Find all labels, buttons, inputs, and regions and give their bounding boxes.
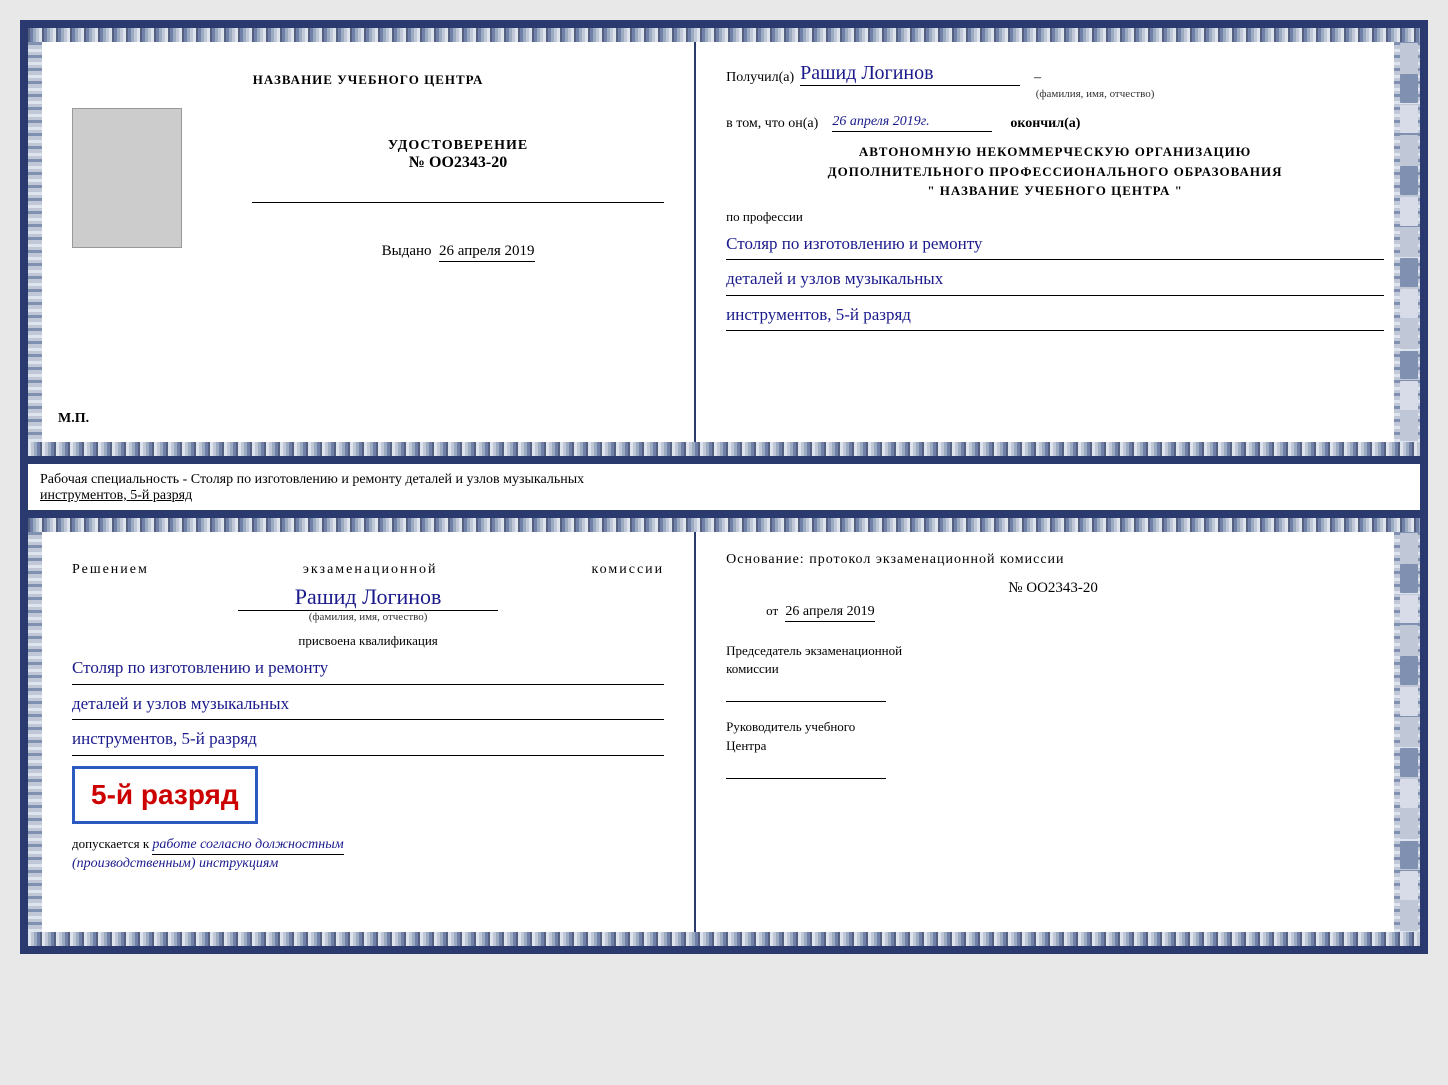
chairman-signature-line (726, 682, 886, 702)
org-line2: ДОПОЛНИТЕЛЬНОГО ПРОФЕССИОНАЛЬНОГО ОБРАЗО… (726, 162, 1384, 182)
photo-placeholder (72, 108, 182, 248)
recipient-name-top: Рашид Логинов (800, 62, 1020, 86)
grade-box: 5-й разряд (72, 766, 258, 824)
cert-number-block: УДОСТОВЕРЕНИЕ № OO2343-20 (252, 138, 664, 172)
допускается-label: допускается к (72, 836, 149, 851)
cert-inner-bottom: Решением экзаменационной комиссии Рашид … (28, 532, 1420, 932)
bottom-cert-bottom-stripe (28, 932, 1420, 946)
top-left-panel: НАЗВАНИЕ УЧЕБНОГО ЦЕНТРА УДОСТОВЕРЕНИЕ №… (28, 42, 696, 442)
school-name-top: НАЗВАНИЕ УЧЕБНОГО ЦЕНТРА (253, 72, 484, 88)
допускается-value2: (производственным) инструкциям (72, 856, 278, 871)
mp-label: М.П. (58, 411, 89, 427)
org-line1: АВТОНОМНУЮ НЕКОММЕРЧЕСКУЮ ОРГАНИЗАЦИЮ (726, 142, 1384, 162)
divider-1 (252, 202, 664, 203)
org-name-quoted: " НАЗВАНИЕ УЧЕБНОГО ЦЕНТРА " (726, 181, 1384, 201)
head-block: Руководитель учебного Центра (726, 718, 1380, 778)
cert-info-block: УДОСТОВЕРЕНИЕ № OO2343-20 Выдано 26 апре… (252, 138, 664, 262)
head-label2: Центра (726, 737, 1380, 755)
bottom-stripe-top-cert (28, 442, 1420, 456)
head-label: Руководитель учебного (726, 718, 1380, 736)
qualification-label: присвоена квалификация (298, 633, 437, 649)
bottom-right-panel: Основание: протокол экзаменационной коми… (696, 532, 1420, 932)
bottom-left-panel: Решением экзаменационной комиссии Рашид … (28, 532, 696, 932)
profession-line3-top: инструментов, 5-й разряд (726, 300, 1384, 332)
bottom-certificate: Решением экзаменационной комиссии Рашид … (20, 510, 1428, 954)
from-label: от (766, 603, 778, 618)
page-wrapper: НАЗВАНИЕ УЧЕБНОГО ЦЕНТРА УДОСТОВЕРЕНИЕ №… (20, 20, 1428, 954)
profession-line1-top: Столяр по изготовлению и ремонту (726, 229, 1384, 261)
date-value: 26 апреля 2019г. (832, 114, 992, 132)
profession-label-top: по профессии (726, 209, 1384, 225)
fio-sublabel-top: (фамилия, имя, отчество) (806, 88, 1384, 100)
date-label: в том, что он(а) (726, 116, 818, 132)
chairman-label: Председатель экзаменационной (726, 642, 1380, 660)
qual-line2: деталей и узлов музыкальных (72, 689, 664, 721)
cert-number: № OO2343-20 (252, 154, 664, 172)
middle-label-text: Рабочая специальность - Столяр по изгото… (40, 472, 584, 487)
cert-label: УДОСТОВЕРЕНИЕ (252, 138, 664, 154)
profession-line2-top: деталей и узлов музыкальных (726, 264, 1384, 296)
protocol-number-bottom: № OO2343-20 (726, 580, 1380, 597)
допускается-value: работе согласно должностным (152, 837, 343, 855)
finished-label: окончил(а) (1010, 116, 1080, 132)
issued-line: Выдано 26 апреля 2019 (252, 243, 664, 262)
cert-inner-top: НАЗВАНИЕ УЧЕБНОГО ЦЕНТРА УДОСТОВЕРЕНИЕ №… (28, 42, 1420, 442)
commission-decision: Решением экзаменационной комиссии (72, 562, 664, 578)
qual-line1: Столяр по изготовлению и ремонту (72, 653, 664, 685)
issued-date: 26 апреля 2019 (439, 243, 535, 262)
received-label: Получил(а) (726, 70, 794, 86)
top-certificate: НАЗВАНИЕ УЧЕБНОГО ЦЕНТРА УДОСТОВЕРЕНИЕ №… (20, 20, 1428, 464)
bottom-recipient-name: Рашид Логинов (238, 584, 498, 611)
chairman-block: Председатель экзаменационной комиссии (726, 642, 1380, 702)
date-line: в том, что он(а) 26 апреля 2019г. окончи… (726, 114, 1384, 132)
bottom-top-stripe (28, 518, 1420, 532)
top-stripe (28, 28, 1420, 42)
chairman-label2: комиссии (726, 660, 1380, 678)
head-signature-line (726, 759, 886, 779)
middle-label-underline: инструментов, 5-й разряд (40, 488, 192, 503)
bottom-side-stripes (1398, 532, 1420, 932)
допускается-block: допускается к работе согласно должностны… (72, 836, 344, 872)
received-line: Получил(а) Рашид Логинов – (726, 62, 1384, 86)
osnov-title: Основание: протокол экзаменационной коми… (726, 552, 1380, 568)
issued-label: Выдано (382, 243, 432, 259)
top-right-panel: Получил(а) Рашид Логинов – (фамилия, имя… (696, 42, 1420, 442)
side-stripes (1398, 42, 1420, 442)
from-date-value: 26 апреля 2019 (785, 604, 874, 622)
middle-label-bar: Рабочая специальность - Столяр по изгото… (20, 464, 1428, 510)
bottom-recipient-block: Рашид Логинов (фамилия, имя, отчество) (72, 584, 664, 623)
from-date-bottom: от 26 апреля 2019 (766, 603, 1380, 622)
fio-sublabel-bottom: (фамилия, имя, отчество) (72, 611, 664, 623)
grade-text: 5-й разряд (91, 779, 239, 810)
qual-line3: инструментов, 5-й разряд (72, 724, 664, 756)
org-title-block: АВТОНОМНУЮ НЕКОММЕРЧЕСКУЮ ОРГАНИЗАЦИЮ ДО… (726, 142, 1384, 201)
